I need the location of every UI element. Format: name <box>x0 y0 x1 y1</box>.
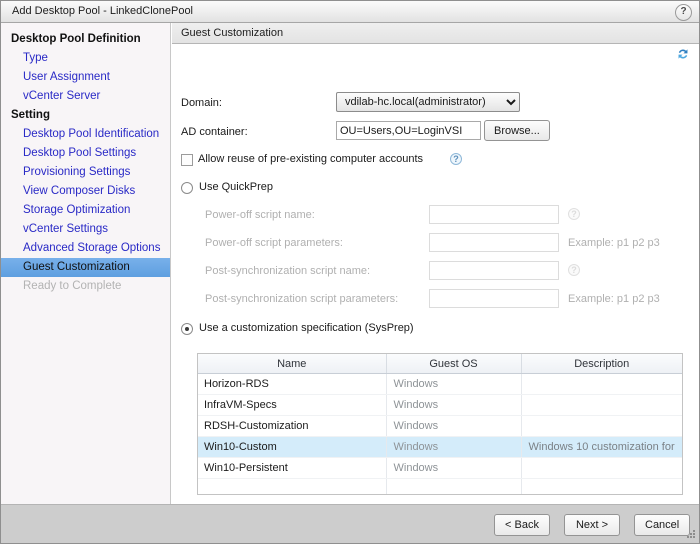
cancel-button[interactable]: Cancel <box>634 514 691 536</box>
panel-title: Guest Customization <box>181 27 284 39</box>
power-off-script-parameters-example: Example: p1 p2 p3 <box>568 237 660 249</box>
dialog-footer: < Back Next > Cancel <box>1 504 699 543</box>
cell-name: RDSH-Customization <box>198 415 387 437</box>
title-bar: Add Desktop Pool - LinkedClonePool ? <box>1 1 699 23</box>
guest-customization-form: Domain: vdilab-hc.local(administrator) A… <box>172 45 699 504</box>
quickprep-radio[interactable] <box>181 182 193 194</box>
cell-description <box>521 457 682 479</box>
allow-reuse-checkbox[interactable] <box>181 154 193 166</box>
sysprep-radio[interactable] <box>181 323 193 335</box>
table-row-selected[interactable]: Win10-Custom Windows Windows 10 customiz… <box>198 436 682 458</box>
quickprep-label: Use QuickPrep <box>199 181 273 193</box>
cell-description <box>521 394 682 416</box>
ad-container-label: AD container: <box>181 126 248 138</box>
power-off-script-parameters-label: Power-off script parameters: <box>205 237 343 249</box>
cell-description <box>521 415 682 437</box>
sidebar-item-vcenter-server[interactable]: vCenter Server <box>1 87 170 106</box>
cell-guest-os: Windows <box>386 436 522 458</box>
cell-guest-os: Windows <box>386 394 522 416</box>
table-header-row: Name Guest OS Description <box>198 354 682 374</box>
sidebar-heading-desktop-pool-definition: Desktop Pool Definition <box>11 33 141 45</box>
sidebar-item-desktop-pool-settings[interactable]: Desktop Pool Settings <box>1 144 170 163</box>
power-off-script-name-label: Power-off script name: <box>205 209 315 221</box>
domain-label: Domain: <box>181 97 222 109</box>
sidebar-item-desktop-pool-identification[interactable]: Desktop Pool Identification <box>1 125 170 144</box>
content-panel: Guest Customization Domain: vdilab-hc.lo… <box>172 23 699 504</box>
post-sync-script-name-label: Post-synchronization script name: <box>205 265 371 277</box>
sidebar-item-vcenter-settings[interactable]: vCenter Settings <box>1 220 170 239</box>
cell-description: Windows 10 customization for <box>521 436 682 458</box>
table-row-empty <box>198 478 682 494</box>
cell-guest-os: Windows <box>386 373 522 395</box>
back-button[interactable]: < Back <box>494 514 550 536</box>
post-sync-script-parameters-example: Example: p1 p2 p3 <box>568 293 660 305</box>
help-icon[interactable]: ? <box>675 4 692 21</box>
cell-name: Win10-Persistent <box>198 457 387 479</box>
allow-reuse-help-icon[interactable]: ? <box>450 153 462 165</box>
cell-guest-os: Windows <box>386 415 522 437</box>
post-sync-script-name-input <box>429 261 559 280</box>
table-row[interactable]: Win10-Persistent Windows <box>198 457 682 479</box>
sidebar-heading-setting: Setting <box>11 109 50 121</box>
cell-description <box>521 373 682 395</box>
column-header-description[interactable]: Description <box>521 354 682 374</box>
ad-container-input[interactable] <box>336 121 481 140</box>
table-row[interactable]: InfraVM-Specs Windows <box>198 394 682 416</box>
sidebar-item-advanced-storage-options[interactable]: Advanced Storage Options <box>1 239 170 258</box>
domain-select[interactable]: vdilab-hc.local(administrator) <box>336 92 520 112</box>
sidebar-item-storage-optimization[interactable]: Storage Optimization <box>1 201 170 220</box>
cell-empty <box>386 478 522 494</box>
post-sync-script-parameters-label: Post-synchronization script parameters: <box>205 293 399 305</box>
cell-name: Horizon-RDS <box>198 373 387 395</box>
sidebar-item-ready-to-complete: Ready to Complete <box>23 280 122 292</box>
column-header-name[interactable]: Name <box>198 354 387 374</box>
power-off-script-name-input <box>429 205 559 224</box>
browse-button[interactable]: Browse... <box>484 120 550 141</box>
wizard-step-sidebar: Desktop Pool Definition Type User Assign… <box>1 23 171 504</box>
sidebar-item-guest-customization[interactable]: Guest Customization <box>1 258 170 277</box>
post-sync-script-name-help-icon: ? <box>568 264 580 276</box>
cell-empty <box>521 478 682 494</box>
resize-grip[interactable] <box>686 530 696 540</box>
sidebar-item-type[interactable]: Type <box>1 49 170 68</box>
sysprep-label: Use a customization specification (SysPr… <box>199 322 414 334</box>
allow-reuse-label: Allow reuse of pre-existing computer acc… <box>198 153 423 165</box>
column-header-guest-os[interactable]: Guest OS <box>386 354 522 374</box>
panel-header: Guest Customization <box>172 23 699 44</box>
customization-spec-table[interactable]: Name Guest OS Description Horizon-RDS Wi… <box>197 353 683 495</box>
sidebar-item-view-composer-disks[interactable]: View Composer Disks <box>1 182 170 201</box>
cell-name: InfraVM-Specs <box>198 394 387 416</box>
sidebar-item-provisioning-settings[interactable]: Provisioning Settings <box>1 163 170 182</box>
window-title: Add Desktop Pool - LinkedClonePool <box>12 5 194 17</box>
next-button[interactable]: Next > <box>564 514 620 536</box>
post-sync-script-parameters-input <box>429 289 559 308</box>
dialog-window: Add Desktop Pool - LinkedClonePool ? Des… <box>0 0 700 544</box>
sidebar-item-user-assignment[interactable]: User Assignment <box>1 68 170 87</box>
cell-guest-os: Windows <box>386 457 522 479</box>
table-row[interactable]: Horizon-RDS Windows <box>198 373 682 395</box>
power-off-script-parameters-input <box>429 233 559 252</box>
cell-empty <box>198 478 387 494</box>
cell-name: Win10-Custom <box>198 436 387 458</box>
table-row[interactable]: RDSH-Customization Windows <box>198 415 682 437</box>
power-off-script-name-help-icon: ? <box>568 208 580 220</box>
